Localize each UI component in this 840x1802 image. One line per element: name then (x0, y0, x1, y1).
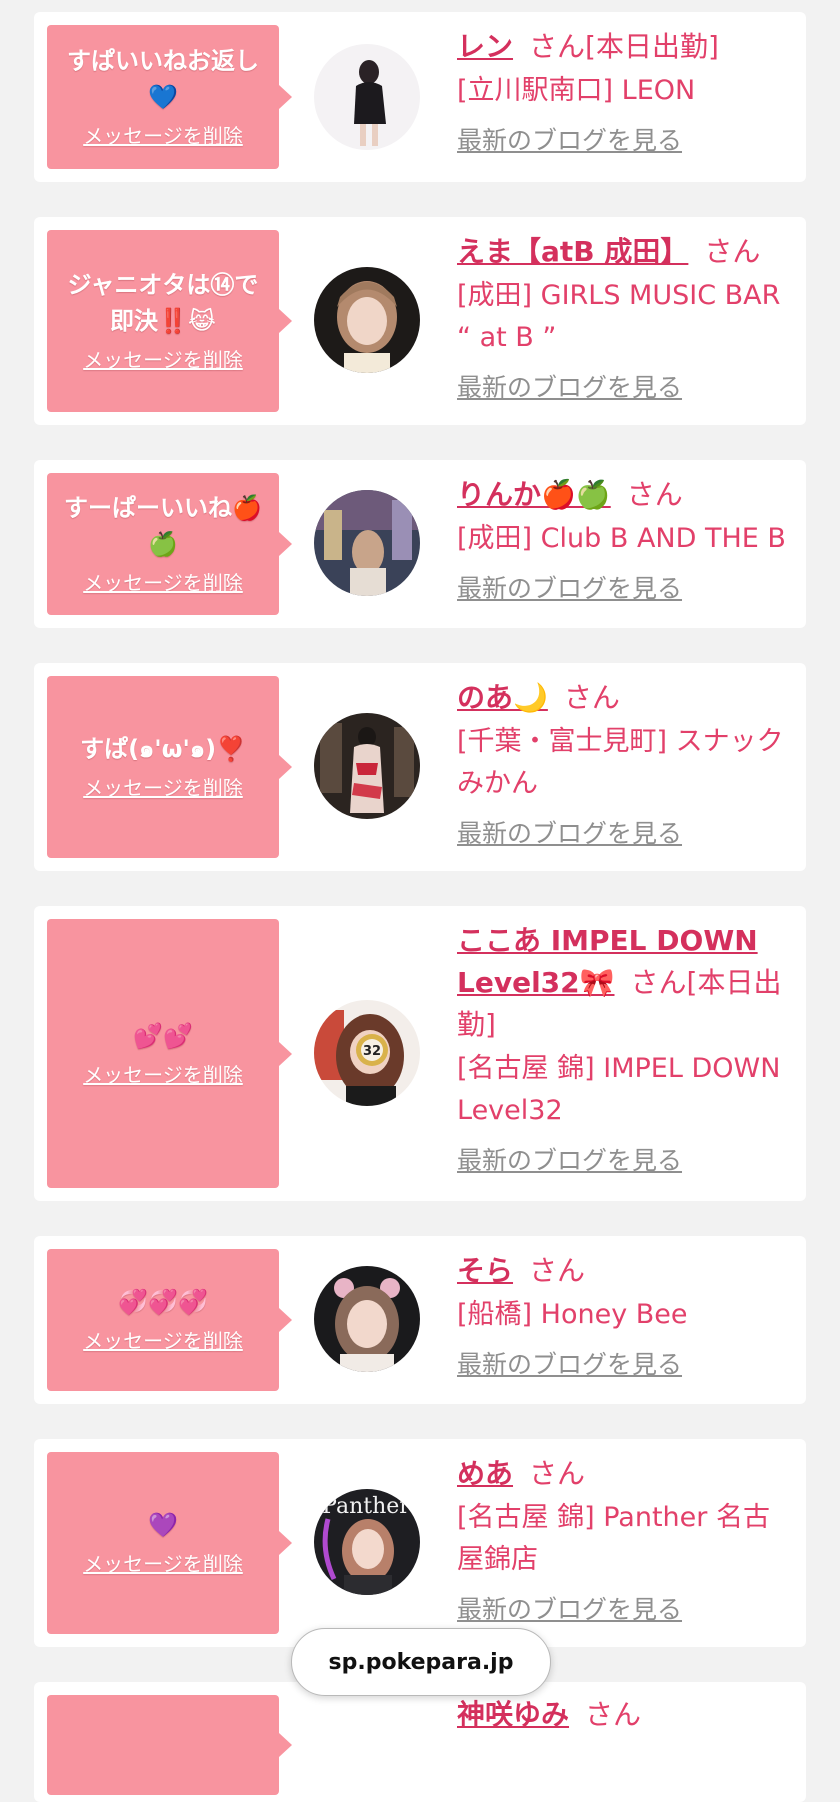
delete-message-link[interactable]: メッセージを削除 (83, 1549, 243, 1579)
cast-info: そら さん [船橋] Honey Bee 最新のブログを見る (457, 1250, 792, 1382)
san-suffix: さん (704, 235, 761, 268)
message-text: すぱ(๑'ω'๑)❣️ (80, 735, 246, 763)
shop-text: [船橋] Honey Bee (457, 1299, 688, 1330)
message-bubble: すーぱーいいね🍎🍏 メッセージを削除 (47, 473, 292, 615)
cast-name-link[interactable]: りんか🍎🍏 (457, 478, 611, 511)
message-card: すーぱーいいね🍎🍏 メッセージを削除 りんか🍎🍏 さん [成田] Club B A… (34, 460, 806, 628)
message-bubble: 💕💕 メッセージを削除 (47, 919, 292, 1188)
message-card: すぱいいねお返し💙 メッセージを削除 レン さん[本日出勤] [立川駅南口] LE… (34, 12, 806, 182)
san-suffix: さん (630, 966, 687, 999)
delete-message-link[interactable]: メッセージを削除 (83, 568, 243, 598)
latest-blog-link[interactable]: 最新のブログを見る (457, 124, 682, 158)
latest-blog-link[interactable]: 最新のブログを見る (457, 817, 682, 851)
message-bubble: すぱいいねお返し💙 メッセージを削除 (47, 25, 292, 169)
latest-blog-link[interactable]: 最新のブログを見る (457, 1144, 682, 1178)
svg-text:Panther: Panther (322, 1494, 410, 1519)
cast-name-link[interactable]: 神咲ゆみ (457, 1698, 569, 1731)
message-bubble (47, 1695, 292, 1795)
name-line: えま【atB 成田】 さん (457, 231, 792, 273)
name-line: レン さん[本日出勤] (457, 26, 792, 68)
latest-blog-link[interactable]: 最新のブログを見る (457, 371, 682, 405)
shop-text: [千葉・富士見町] スナックみかん (457, 726, 784, 799)
message-text: 💞💞💞 (118, 1288, 208, 1316)
san-suffix: さん (529, 1254, 586, 1287)
shop-text: [立川駅南口] LEON (457, 75, 696, 106)
san-suffix: さん (529, 30, 586, 63)
delete-message-link[interactable]: メッセージを削除 (83, 121, 243, 151)
avatar[interactable] (314, 44, 420, 150)
shop-text: [成田] Club B AND THE B (457, 523, 786, 554)
message-bubble: 💞💞💞 メッセージを削除 (47, 1249, 292, 1391)
browser-url-bar[interactable]: sp.pokepara.jp (291, 1628, 551, 1696)
message-card: 💕💕 メッセージを削除 32 ここあ IMPEL DOWN Level32🎀 さん… (34, 906, 806, 1201)
message-bubble: すぱ(๑'ω'๑)❣️ メッセージを削除 (47, 676, 292, 858)
cast-name-link[interactable]: そら (457, 1254, 513, 1287)
cast-name-link[interactable]: えま【atB 成田】 (457, 235, 688, 268)
san-suffix: さん (529, 1457, 586, 1490)
name-line: のあ🌙 さん (457, 677, 792, 719)
delete-message-link[interactable]: メッセージを削除 (83, 1326, 243, 1356)
latest-blog-link[interactable]: 最新のブログを見る (457, 1593, 682, 1627)
shop-text: [成田] GIRLS MUSIC BAR “ at B ” (457, 280, 781, 353)
message-card: 💞💞💞 メッセージを削除 そら さん [船橋] Honey Bee 最新のブログを… (34, 1236, 806, 1404)
message-card: 💜 メッセージを削除 Panther めあ さん [名古屋 錦] Panther … (34, 1439, 806, 1647)
shop-text: [名古屋 錦] Panther 名古屋錦店 (457, 1502, 770, 1575)
cast-info: えま【atB 成田】 さん [成田] GIRLS MUSIC BAR “ at B… (457, 231, 792, 405)
latest-blog-link[interactable]: 最新のブログを見る (457, 1348, 682, 1382)
svg-text:32: 32 (363, 1044, 381, 1059)
message-text: 💕💕 (133, 1021, 193, 1050)
cast-info: 神咲ゆみ さん (457, 1694, 792, 1736)
message-card: すぱ(๑'ω'๑)❣️ メッセージを削除 のあ🌙 さん [千葉・富士見町] スナッ… (34, 663, 806, 871)
delete-message-link[interactable]: メッセージを削除 (83, 1060, 243, 1090)
avatar[interactable] (314, 490, 420, 596)
san-suffix: さん (585, 1698, 642, 1731)
cast-info: めあ さん [名古屋 錦] Panther 名古屋錦店 最新のブログを見る (457, 1453, 792, 1627)
latest-blog-link[interactable]: 最新のブログを見る (457, 572, 682, 606)
cast-info: りんか🍎🍏 さん [成田] Club B AND THE B 最新のブログを見る (457, 474, 792, 606)
avatar[interactable]: 32 (314, 1000, 420, 1106)
cast-info: のあ🌙 さん [千葉・富士見町] スナックみかん 最新のブログを見る (457, 677, 792, 851)
message-card: 神咲ゆみ さん (34, 1682, 806, 1802)
message-bubble: 💜 メッセージを削除 (47, 1452, 292, 1634)
delete-message-link[interactable]: メッセージを削除 (83, 345, 243, 375)
message-text: すぱいいねお返し💙 (67, 47, 259, 111)
name-line: ここあ IMPEL DOWN Level32🎀 さん[本日出勤] (457, 920, 792, 1046)
message-text: すーぱーいいね🍎🍏 (64, 494, 262, 558)
avatar[interactable] (314, 713, 420, 819)
cast-info: ここあ IMPEL DOWN Level32🎀 さん[本日出勤] [名古屋 錦] … (457, 920, 792, 1178)
san-suffix: さん (626, 478, 683, 511)
avatar[interactable] (314, 267, 420, 373)
cast-name-link[interactable]: レン (457, 30, 513, 63)
san-suffix: さん (563, 681, 620, 714)
name-line: そら さん (457, 1250, 792, 1292)
status-text: [本日出勤] (585, 30, 719, 63)
name-line: めあ さん (457, 1453, 792, 1495)
message-bubble: ジャニオタは⑭で即決‼️😹 メッセージを削除 (47, 230, 292, 412)
delete-message-link[interactable]: メッセージを削除 (83, 773, 243, 803)
message-text: ジャニオタは⑭で即決‼️😹 (67, 271, 259, 335)
cast-info: レン さん[本日出勤] [立川駅南口] LEON 最新のブログを見る (457, 26, 792, 158)
avatar[interactable]: Panther (314, 1489, 420, 1595)
avatar[interactable] (314, 1266, 420, 1372)
shop-text: [名古屋 錦] IMPEL DOWN Level32 (457, 1053, 781, 1126)
message-card: ジャニオタは⑭で即決‼️😹 メッセージを削除 えま【atB 成田】 さん [成田]… (34, 217, 806, 425)
cast-name-link[interactable]: のあ🌙 (457, 681, 548, 714)
message-text: 💜 (148, 1511, 178, 1539)
name-line: 神咲ゆみ さん (457, 1694, 792, 1736)
name-line: りんか🍎🍏 さん (457, 474, 792, 516)
cast-name-link[interactable]: めあ (457, 1457, 513, 1490)
